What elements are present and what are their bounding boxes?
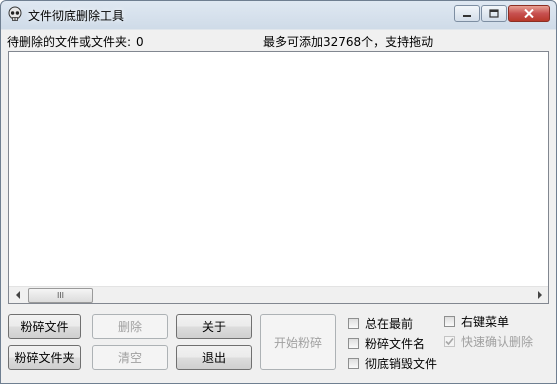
start-shred-button[interactable]: 开始粉碎 <box>260 314 336 370</box>
arrow-left-icon <box>15 291 20 299</box>
checkbox-box[interactable] <box>444 336 455 347</box>
skull-icon <box>7 6 23 22</box>
shred-file-button[interactable]: 粉碎文件 <box>8 314 81 339</box>
info-row: 待删除的文件或文件夹: 0 最多可添加32768个，支持拖动 <box>1 30 556 50</box>
quick-confirm-label: 快速确认删除 <box>461 335 534 349</box>
arrow-right-icon <box>537 291 542 299</box>
window-controls <box>454 5 550 22</box>
exit-button[interactable]: 退出 <box>176 345 252 370</box>
checkbox-box[interactable] <box>348 318 359 329</box>
minimize-icon <box>463 14 471 17</box>
always-on-top-checkbox[interactable]: 总在最前 <box>348 315 413 332</box>
pending-label: 待删除的文件或文件夹: 0 <box>7 35 144 49</box>
checkmark-icon <box>445 337 454 346</box>
close-icon <box>524 9 534 18</box>
file-list[interactable]: III <box>8 51 549 304</box>
shred-filename-label: 粉碎文件名 <box>365 337 426 351</box>
pending-count: 0 <box>136 35 144 49</box>
horizontal-scrollbar[interactable]: III <box>9 286 548 303</box>
title-bar[interactable]: 文件彻底删除工具 <box>1 1 556 29</box>
limit-hint: 最多可添加32768个，支持拖动 <box>263 35 434 49</box>
quick-confirm-checkbox[interactable]: 快速确认删除 <box>444 333 533 350</box>
main-window: 文件彻底删除工具 待删除的文件或文件夹: 0 最多可添加32768个，支持拖动 I… <box>0 0 557 384</box>
close-button[interactable] <box>508 5 550 22</box>
maximize-button[interactable] <box>481 5 507 22</box>
checkbox-box[interactable] <box>348 338 359 349</box>
scroll-left-button[interactable] <box>9 287 26 303</box>
checkbox-box[interactable] <box>444 316 455 327</box>
destroy-file-label: 彻底销毁文件 <box>365 357 438 371</box>
window-title: 文件彻底删除工具 <box>28 9 125 23</box>
delete-button[interactable]: 删除 <box>92 314 168 339</box>
clear-button[interactable]: 清空 <box>92 345 168 370</box>
scroll-right-button[interactable] <box>531 287 548 303</box>
bottom-panel: 粉碎文件 粉碎文件夹 删除 清空 关于 退出 开始粉碎 总在最前 粉碎文件名 彻… <box>1 304 556 383</box>
destroy-file-checkbox[interactable]: 彻底销毁文件 <box>348 355 437 372</box>
scroll-thumb[interactable]: III <box>28 288 93 303</box>
shred-filename-checkbox[interactable]: 粉碎文件名 <box>348 335 425 352</box>
about-button[interactable]: 关于 <box>176 314 252 339</box>
checkbox-box[interactable] <box>348 358 359 369</box>
context-menu-checkbox[interactable]: 右键菜单 <box>444 313 509 330</box>
maximize-icon <box>489 9 499 18</box>
context-menu-label: 右键菜单 <box>461 315 510 329</box>
shred-folder-button[interactable]: 粉碎文件夹 <box>8 345 81 370</box>
always-on-top-label: 总在最前 <box>365 317 414 331</box>
minimize-button[interactable] <box>454 5 480 22</box>
